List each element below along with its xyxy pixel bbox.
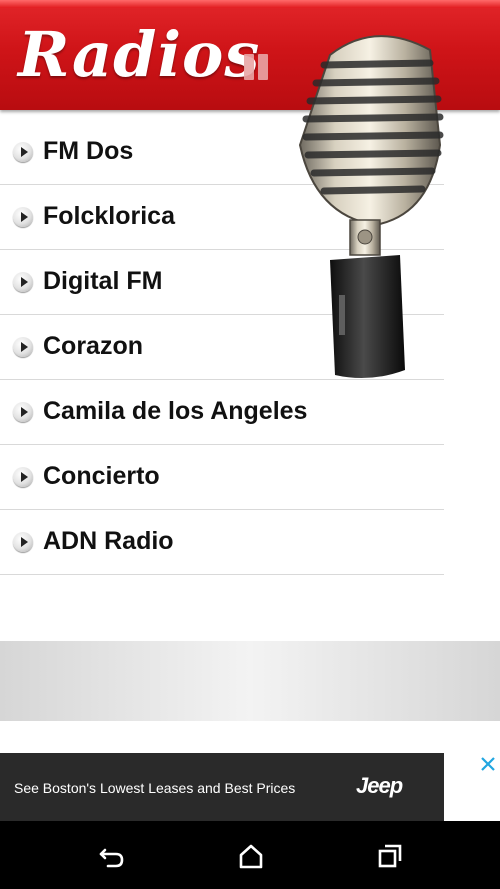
play-icon: [13, 337, 33, 357]
banner-area: [0, 641, 500, 721]
list-item[interactable]: ADN Radio: [0, 510, 444, 575]
play-icon: [13, 467, 33, 487]
list-item[interactable]: Camila de los Angeles: [0, 380, 444, 445]
play-icon: [13, 402, 33, 422]
close-icon: [481, 757, 495, 771]
station-name: Folcklorica: [43, 202, 175, 230]
microphone-icon: [298, 35, 444, 379]
station-name: Digital FM: [43, 267, 163, 295]
system-nav-bar: [0, 821, 500, 889]
pause-icon-bar: [258, 54, 268, 80]
play-icon: [13, 272, 33, 292]
station-name: ADN Radio: [43, 527, 174, 555]
back-icon: [99, 848, 124, 868]
ad-banner[interactable]: See Boston's Lowest Leases and Best Pric…: [0, 753, 444, 821]
play-icon: [13, 207, 33, 227]
ad-brand-logo: Jeep: [356, 773, 403, 798]
ad-close-button[interactable]: [476, 753, 500, 775]
recents-icon: [378, 844, 402, 868]
list-item[interactable]: Concierto: [0, 445, 444, 510]
station-name: Concierto: [43, 462, 160, 490]
home-button[interactable]: [236, 841, 266, 871]
recents-button[interactable]: [375, 841, 405, 871]
station-name: Camila de los Angeles: [43, 397, 308, 425]
play-icon: [13, 142, 33, 162]
back-button[interactable]: [97, 841, 127, 871]
app-title: Radios: [18, 18, 261, 91]
play-icon: [13, 532, 33, 552]
pause-icon: [244, 54, 254, 80]
home-icon: [239, 844, 263, 869]
pause-button[interactable]: [244, 54, 272, 82]
ad-text: See Boston's Lowest Leases and Best Pric…: [14, 780, 296, 796]
station-name: FM Dos: [43, 137, 134, 165]
station-name: Corazon: [43, 332, 143, 360]
